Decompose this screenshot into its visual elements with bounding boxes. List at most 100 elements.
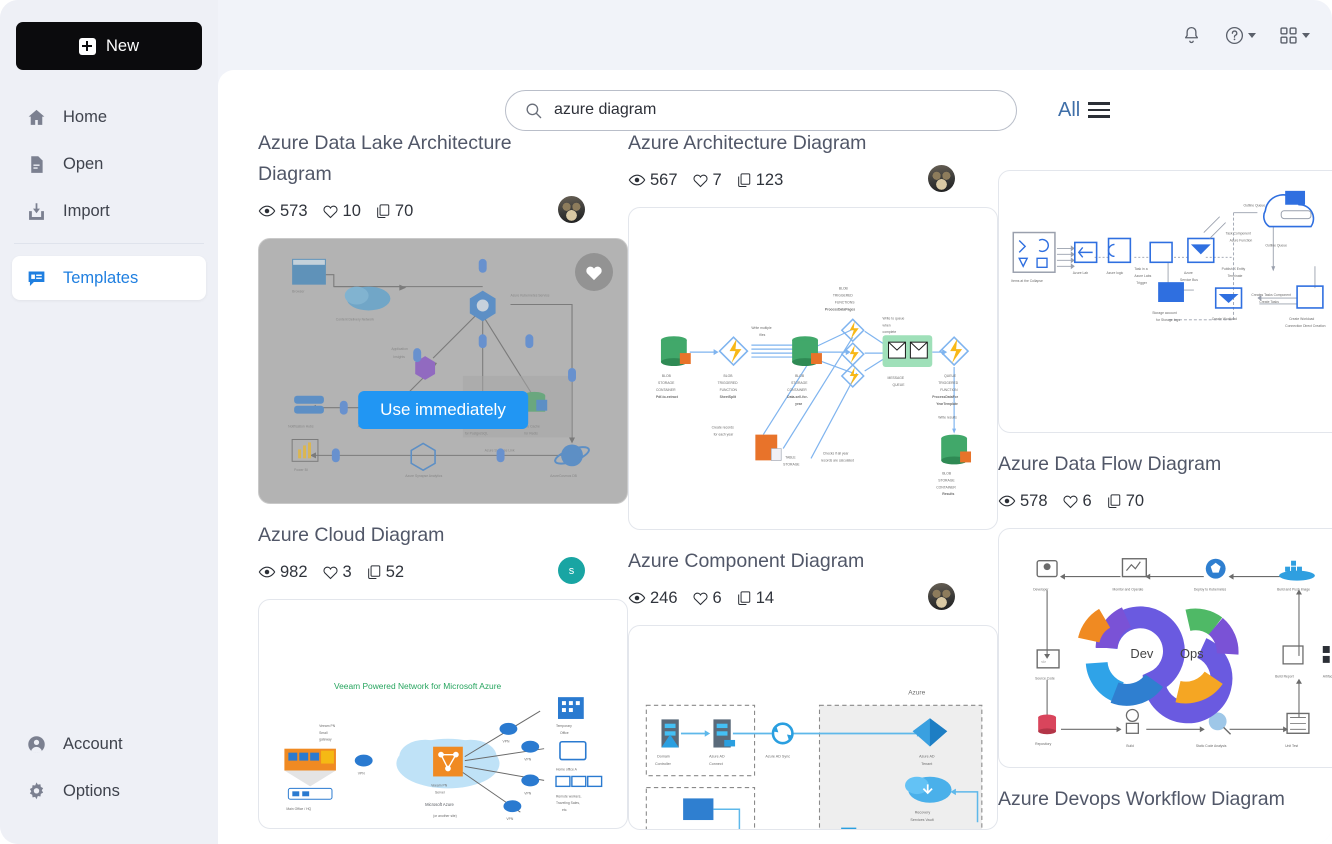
template-card[interactable]: Azure Data Lake Architecture Diagram 573 [258,128,628,504]
svg-text:STORAGE: STORAGE [938,478,955,482]
use-immediately-button[interactable]: Use immediately [358,391,528,429]
svg-text:Outline Queue: Outline Queue [1243,204,1265,208]
likes-count: 10 [342,201,361,220]
svg-text:Application: Application [391,347,408,351]
chevron-down-icon [1302,32,1310,38]
svg-text:Create Tasks: Create Tasks [1259,300,1279,304]
svg-text:FUNCTIONS: FUNCTIONS [835,300,855,304]
template-card[interactable]: Azure Cloud Diagram 982 3 52 s Veeam Pow… [258,520,628,829]
template-card[interactable]: Items at the Collapse Azure Lab Azure lo… [998,170,1332,433]
notifications-button[interactable] [1181,25,1202,46]
svg-text:when: when [883,323,891,327]
svg-text:Azure: Azure [1184,271,1193,275]
template-card[interactable]: Azure Architecture Diagram 567 7 123 BLO… [628,128,998,530]
svg-text:Build: Build [1126,744,1134,748]
svg-text:Traveling Sales,: Traveling Sales, [556,801,580,805]
hamburger-menu-icon[interactable] [1088,102,1111,118]
copies-count: 52 [385,562,405,581]
plus-icon [78,37,96,55]
svg-text:Repository: Repository [1035,742,1051,746]
sidebar: New Home Open Import Templates Account O… [0,0,218,844]
svg-text:YearTemplate: YearTemplate [936,402,958,406]
sidebar-item-open[interactable]: Open [12,142,206,186]
svg-text:Task Component: Task Component [1226,232,1251,236]
avatar[interactable] [928,583,955,610]
svg-text:VPN: VPN [502,740,509,744]
template-card[interactable]: Azure Component Diagram 246 6 14 Azure D… [628,546,998,830]
sidebar-item-import[interactable]: Import [12,189,206,233]
copies-count: 123 [755,170,784,189]
apps-button[interactable] [1278,25,1310,46]
views-stat: 578 [998,492,1048,511]
eye-icon [258,205,276,217]
heart-icon [586,266,602,281]
copies-stat: 14 [736,589,774,608]
sidebar-item-templates[interactable]: Templates [12,256,206,300]
template-thumbnail[interactable]: Browser Content Delivery Network Azure K… [258,238,628,504]
svg-text:FUNCTION: FUNCTION [940,388,958,392]
copies-count: 14 [755,588,775,607]
svg-text:Deploy to Kubernetes: Deploy to Kubernetes [1194,587,1227,591]
svg-text:year: year [795,402,803,406]
svg-text:Storage account: Storage account [1152,311,1177,315]
svg-text:for Storage logs: for Storage logs [1156,318,1180,322]
azure-partial-diagram-image: Items at the Collapse Azure Lab Azure lo… [1011,190,1326,328]
avatar[interactable]: s [558,557,585,584]
views-stat: 246 [628,589,678,608]
avatar[interactable] [558,196,585,223]
svg-text:SheetSplit: SheetSplit [720,395,737,399]
eye-icon [628,592,646,604]
svg-text:Connection Direct Creation: Connection Direct Creation [1285,324,1325,328]
svg-text:Connect: Connect [709,762,723,766]
eye-icon [628,174,646,186]
copies-stat: 52 [366,563,404,582]
template-card-title: Azure Devops Workflow Diagram [998,788,1285,810]
template-thumbnail[interactable]: BLOB STORAGE CONTAINER Pdf-to-extract BL… [628,207,998,530]
bell-icon [1184,26,1199,43]
sidebar-item-home[interactable]: Home [12,95,206,139]
likes-stat: 6 [1062,492,1092,511]
templates-column-1: Azure Data Lake Architecture Diagram 573 [258,128,628,844]
sidebar-item-account[interactable]: Account [12,722,206,766]
svg-text:BLOB: BLOB [795,374,805,378]
likes-stat: 7 [692,171,722,190]
template-card-title: Azure Cloud Diagram [258,524,445,546]
avatar[interactable] [928,165,955,192]
svg-text:for PostgreSQL: for PostgreSQL [465,432,488,436]
new-button-label: New [105,36,139,55]
likes-stat: 6 [692,589,722,608]
views-count: 982 [280,562,308,581]
search-box[interactable] [505,89,1017,131]
favorite-button[interactable] [575,253,613,291]
template-thumbnail[interactable]: Items at the Collapse Azure Lab Azure lo… [998,170,1332,433]
svg-text:TRIGGERED: TRIGGERED [718,381,739,385]
new-button[interactable]: New [16,22,202,70]
sidebar-item-open-label: Open [63,154,104,173]
template-thumbnail[interactable]: Veeam Powered Network for Microsoft Azur… [258,599,628,829]
copies-stat: 123 [736,170,784,190]
svg-text:Unit Test: Unit Test [1285,744,1298,748]
template-thumbnail[interactable]: Azure Domain Controller Azure AD Connect… [628,625,998,830]
help-button[interactable] [1224,25,1256,46]
search-input[interactable] [554,101,998,119]
svg-text:Azure Function: Azure Function [1230,238,1253,242]
likes-count: 7 [712,170,722,189]
copy-icon [377,204,390,218]
filter-all-button[interactable]: All [1058,99,1111,122]
template-card[interactable]: Azure Devops Workflow Diagram [998,784,1332,815]
sidebar-item-options[interactable]: Options [12,769,206,813]
svg-text:Data-sell-for-: Data-sell-for- [787,395,808,399]
likes-count: 6 [712,588,722,607]
svg-text:Azure AD Sync: Azure AD Sync [765,754,790,758]
svg-text:BLOB: BLOB [942,471,952,475]
template-card[interactable]: Azure Data Flow Diagram 578 6 70 Develop… [998,449,1332,768]
svg-text:Controller: Controller [655,762,672,766]
svg-text:Write to queue: Write to queue [883,316,905,320]
templates-column-3: Items at the Collapse Azure Lab Azure lo… [998,128,1332,844]
grid-apps-icon [1280,26,1297,44]
svg-text:Service Bus: Service Bus [1180,278,1198,282]
template-thumbnail[interactable]: Developer Monitor and Operate Deploy to … [998,528,1332,768]
svg-text:Small: Small [319,731,328,735]
app-window: New Home Open Import Templates Account O… [0,0,1332,844]
views-stat: 573 [258,202,308,221]
